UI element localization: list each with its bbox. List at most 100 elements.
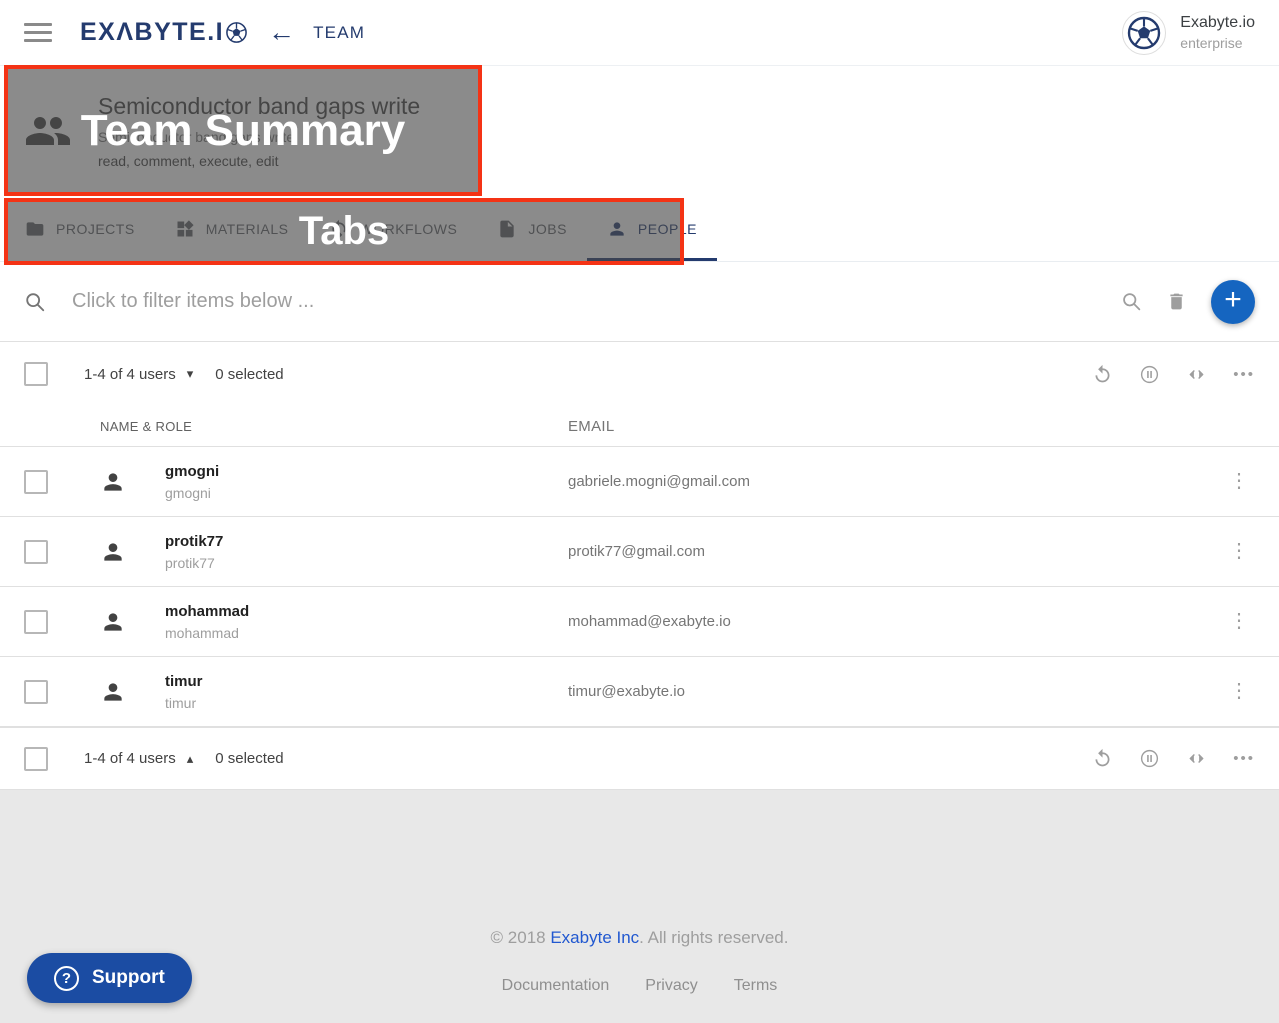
footer-links: Documentation Privacy Terms	[0, 977, 1279, 995]
tab-workflows[interactable]: WORKFLOWS	[309, 196, 478, 261]
copyright: © 2018 Exabyte Inc. All rights reserved.	[0, 790, 1279, 948]
team-summary: Semiconductor band gaps write Semiconduc…	[0, 66, 1279, 196]
user-name: protik77	[165, 533, 568, 550]
plus-icon: +	[1224, 285, 1242, 315]
support-label: Support	[92, 967, 165, 989]
user-role: mohammad	[165, 625, 568, 641]
tab-label: MATERIALS	[206, 221, 289, 237]
soccer-ball-icon	[1126, 15, 1162, 51]
code-icon[interactable]	[1186, 364, 1207, 385]
menu-icon[interactable]	[24, 23, 52, 42]
avatar[interactable]	[1122, 11, 1166, 55]
row-menu-icon[interactable]: ⋮	[1229, 540, 1249, 562]
tab-bar: PROJECTS MATERIALS WORKFLOWS JOBS PEOPLE	[0, 196, 1279, 262]
tab-label: PROJECTS	[56, 221, 135, 237]
user-email: timur@exabyte.io	[568, 683, 1217, 700]
team-title: Semiconductor band gaps write	[98, 93, 420, 120]
account-type: enterprise	[1180, 35, 1255, 51]
select-all-checkbox[interactable]	[24, 362, 48, 386]
user-email: mohammad@exabyte.io	[568, 613, 1217, 630]
account-area: Exabyte.io enterprise	[1122, 11, 1255, 55]
person-icon	[100, 469, 165, 495]
user-email: protik77@gmail.com	[568, 543, 1217, 560]
user-name: gmogni	[165, 463, 568, 480]
support-button[interactable]: ? Support	[27, 953, 192, 1003]
row-checkbox[interactable]	[24, 470, 48, 494]
file-icon	[497, 219, 517, 239]
account-name: Exabyte.io	[1180, 14, 1255, 32]
link-terms[interactable]: Terms	[734, 977, 778, 995]
row-menu-icon[interactable]: ⋮	[1229, 610, 1249, 632]
filter-bar: +	[0, 262, 1279, 341]
widgets-icon	[175, 219, 195, 239]
add-user-button[interactable]: +	[1211, 280, 1255, 324]
link-privacy[interactable]: Privacy	[645, 977, 697, 995]
more-icon[interactable]: •••	[1233, 750, 1255, 767]
pagination-dropdown[interactable]: 1-4 of 4 users ▾	[84, 366, 193, 383]
app-header: EXΛBYTE.I ← TEAM Exabyte.io enterprise	[0, 0, 1279, 66]
person-icon	[100, 609, 165, 635]
more-icon[interactable]: •••	[1233, 366, 1255, 383]
logo-text: EXΛBYTE.I	[80, 18, 224, 47]
refresh-icon[interactable]	[1092, 364, 1113, 385]
pause-icon[interactable]	[1139, 748, 1160, 769]
range-label: 1-4 of 4 users	[84, 750, 176, 767]
tab-projects[interactable]: PROJECTS	[5, 196, 155, 261]
user-role: timur	[165, 695, 568, 711]
row-checkbox[interactable]	[24, 680, 48, 704]
team-permissions: read, comment, execute, edit	[98, 153, 420, 169]
row-menu-icon[interactable]: ⋮	[1229, 470, 1249, 492]
pause-icon[interactable]	[1139, 364, 1160, 385]
row-checkbox[interactable]	[24, 540, 48, 564]
copyright-prefix: © 2018	[491, 928, 551, 947]
tab-label: WORKFLOWS	[360, 221, 458, 237]
group-icon	[24, 107, 72, 155]
person-icon	[100, 539, 165, 565]
tab-label: PEOPLE	[638, 221, 697, 237]
filter-input[interactable]	[72, 290, 1121, 313]
loop-icon	[329, 219, 349, 239]
row-menu-icon[interactable]: ⋮	[1229, 680, 1249, 702]
person-icon	[607, 219, 627, 239]
tab-materials[interactable]: MATERIALS	[155, 196, 309, 261]
tab-people[interactable]: PEOPLE	[587, 196, 717, 261]
pagination-dropdown[interactable]: 1-4 of 4 users ▴	[84, 750, 193, 767]
table-header: NAME & ROLE EMAIL	[0, 406, 1279, 447]
table-row[interactable]: mohammad mohammad mohammad@exabyte.io ⋮	[0, 587, 1279, 657]
trash-icon[interactable]	[1166, 291, 1187, 312]
company-link[interactable]: Exabyte Inc	[550, 928, 639, 947]
range-label: 1-4 of 4 users	[84, 366, 176, 383]
list-toolbar-bottom: 1-4 of 4 users ▴ 0 selected •••	[0, 727, 1279, 790]
selected-count: 0 selected	[215, 366, 283, 383]
user-email: gabriele.mogni@gmail.com	[568, 473, 1217, 490]
column-name-role: NAME & ROLE	[100, 419, 568, 434]
row-checkbox[interactable]	[24, 610, 48, 634]
code-icon[interactable]	[1186, 748, 1207, 769]
page-title: TEAM	[313, 23, 365, 43]
question-icon: ?	[54, 966, 79, 991]
select-all-checkbox[interactable]	[24, 747, 48, 771]
column-email: EMAIL	[568, 418, 1217, 435]
table-row[interactable]: protik77 protik77 protik77@gmail.com ⋮	[0, 517, 1279, 587]
search-action-icon[interactable]	[1121, 291, 1142, 312]
chevron-up-icon: ▴	[187, 751, 194, 767]
user-name: mohammad	[165, 603, 568, 620]
copyright-suffix: . All rights reserved.	[639, 928, 788, 947]
search-icon	[24, 291, 46, 313]
tab-label: JOBS	[528, 221, 567, 237]
page-footer: © 2018 Exabyte Inc. All rights reserved.…	[0, 790, 1279, 1023]
refresh-icon[interactable]	[1092, 748, 1113, 769]
team-description: Semiconductor band gaps write	[98, 129, 420, 145]
table-row[interactable]: gmogni gmogni gabriele.mogni@gmail.com ⋮	[0, 447, 1279, 517]
table-row[interactable]: timur timur timur@exabyte.io ⋮	[0, 657, 1279, 727]
link-documentation[interactable]: Documentation	[502, 977, 610, 995]
selected-count: 0 selected	[215, 750, 283, 767]
exabyte-logo[interactable]: EXΛBYTE.I	[80, 18, 248, 47]
folder-icon	[25, 219, 45, 239]
person-icon	[100, 679, 165, 705]
user-role: gmogni	[165, 485, 568, 501]
chevron-down-icon: ▾	[187, 366, 194, 382]
back-arrow-icon[interactable]: ←	[268, 19, 295, 46]
tab-jobs[interactable]: JOBS	[477, 196, 587, 261]
user-role: protik77	[165, 555, 568, 571]
